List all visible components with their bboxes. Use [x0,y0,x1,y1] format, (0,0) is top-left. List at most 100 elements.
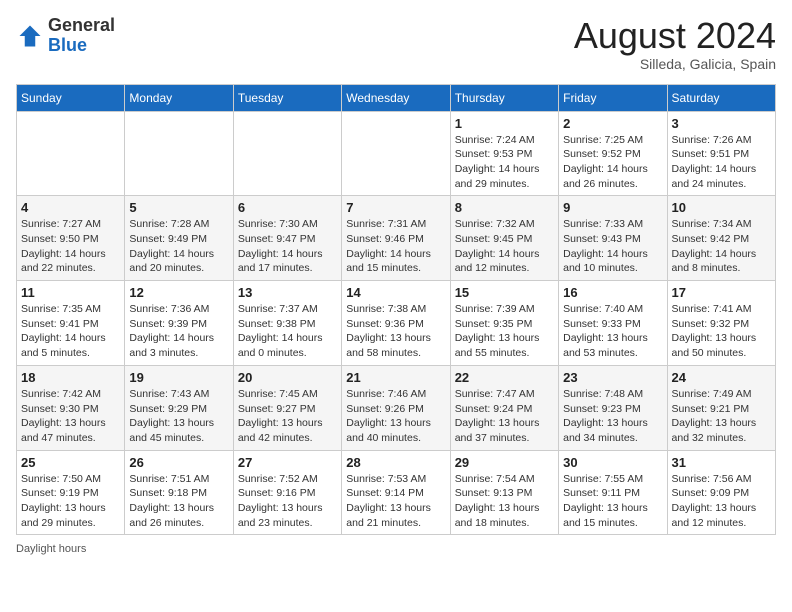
calendar-table: SundayMondayTuesdayWednesdayThursdayFrid… [16,84,776,536]
day-number: 8 [455,200,554,215]
day-number: 1 [455,116,554,131]
calendar-cell: 1 Sunrise: 7:24 AMSunset: 9:53 PMDaylight… [450,111,558,196]
calendar-cell: 24 Sunrise: 7:49 AMSunset: 9:21 PMDayligh… [667,365,775,450]
calendar-cell: 18Sunrise: 7:42 AMSunset: 9:30 PMDayligh… [17,365,125,450]
calendar-cell: 28 Sunrise: 7:53 AMSunset: 9:14 PMDayligh… [342,450,450,535]
day-number: 11 [21,285,120,300]
day-info: Sunrise: 7:24 AMSunset: 9:53 PMDaylight:… [455,133,554,192]
calendar-body: 1 Sunrise: 7:24 AMSunset: 9:53 PMDaylight… [17,111,776,535]
calendar-cell: 25 Sunrise: 7:50 AMSunset: 9:19 PMDayligh… [17,450,125,535]
calendar-cell: 20Sunrise: 7:45 AMSunset: 9:27 PMDayligh… [233,365,341,450]
weekday-header-wednesday: Wednesday [342,84,450,111]
day-info: Sunrise: 7:30 AMSunset: 9:47 PMDaylight:… [238,217,337,276]
day-info: Sunrise: 7:35 AMSunset: 9:41 PMDaylight:… [21,302,120,361]
day-number: 30 [563,455,662,470]
logo-icon [16,22,44,50]
calendar-cell: 19 Sunrise: 7:43 AMSunset: 9:29 PMDayligh… [125,365,233,450]
day-info: Sunrise: 7:26 AMSunset: 9:51 PMDaylight:… [672,133,771,192]
day-info: Sunrise: 7:40 AMSunset: 9:33 PMDaylight:… [563,302,662,361]
day-info: Sunrise: 7:28 AMSunset: 9:49 PMDaylight:… [129,217,228,276]
day-number: 20 [238,370,337,385]
calendar-cell: 26Sunrise: 7:51 AMSunset: 9:18 PMDayligh… [125,450,233,535]
calendar-week-row: 18Sunrise: 7:42 AMSunset: 9:30 PMDayligh… [17,365,776,450]
day-number: 22 [455,370,554,385]
logo-blue-text: Blue [48,35,87,55]
day-info: Sunrise: 7:32 AMSunset: 9:45 PMDaylight:… [455,217,554,276]
calendar-cell [125,111,233,196]
day-number: 14 [346,285,445,300]
day-number: 18 [21,370,120,385]
day-info: Sunrise: 7:53 AMSunset: 9:14 PMDaylight:… [346,472,445,531]
day-info: Sunrise: 7:34 AMSunset: 9:42 PMDaylight:… [672,217,771,276]
day-number: 25 [21,455,120,470]
day-number: 27 [238,455,337,470]
calendar-cell: 29 Sunrise: 7:54 AMSunset: 9:13 PMDayligh… [450,450,558,535]
day-info: Sunrise: 7:38 AMSunset: 9:36 PMDaylight:… [346,302,445,361]
logo: General Blue [16,16,115,56]
weekday-header-tuesday: Tuesday [233,84,341,111]
day-number: 5 [129,200,228,215]
month-year-title: August 2024 [574,16,776,56]
calendar-cell [17,111,125,196]
calendar-cell: 10Sunrise: 7:34 AMSunset: 9:42 PMDayligh… [667,196,775,281]
calendar-cell: 17 Sunrise: 7:41 AMSunset: 9:32 PMDayligh… [667,281,775,366]
day-number: 28 [346,455,445,470]
day-info: Sunrise: 7:48 AMSunset: 9:23 PMDaylight:… [563,387,662,446]
calendar-cell: 21 Sunrise: 7:46 AMSunset: 9:26 PMDayligh… [342,365,450,450]
calendar-cell: 3 Sunrise: 7:26 AMSunset: 9:51 PMDaylight… [667,111,775,196]
day-info: Sunrise: 7:55 AMSunset: 9:11 PMDaylight:… [563,472,662,531]
day-number: 9 [563,200,662,215]
day-info: Sunrise: 7:39 AMSunset: 9:35 PMDaylight:… [455,302,554,361]
weekday-header-thursday: Thursday [450,84,558,111]
calendar-week-row: 1 Sunrise: 7:24 AMSunset: 9:53 PMDaylight… [17,111,776,196]
footer-label: Daylight hours [16,543,86,555]
day-number: 7 [346,200,445,215]
calendar-cell: 31Sunrise: 7:56 AMSunset: 9:09 PMDayligh… [667,450,775,535]
day-info: Sunrise: 7:37 AMSunset: 9:38 PMDaylight:… [238,302,337,361]
calendar-week-row: 4Sunrise: 7:27 AMSunset: 9:50 PMDaylight… [17,196,776,281]
day-info: Sunrise: 7:36 AMSunset: 9:39 PMDaylight:… [129,302,228,361]
day-info: Sunrise: 7:56 AMSunset: 9:09 PMDaylight:… [672,472,771,531]
day-number: 21 [346,370,445,385]
title-block: August 2024 Silleda, Galicia, Spain [574,16,776,72]
day-info: Sunrise: 7:41 AMSunset: 9:32 PMDaylight:… [672,302,771,361]
day-number: 3 [672,116,771,131]
calendar-cell [233,111,341,196]
calendar-cell: 30 Sunrise: 7:55 AMSunset: 9:11 PMDayligh… [559,450,667,535]
calendar-cell: 14 Sunrise: 7:38 AMSunset: 9:36 PMDayligh… [342,281,450,366]
calendar-cell: 27Sunrise: 7:52 AMSunset: 9:16 PMDayligh… [233,450,341,535]
logo-general-text: General [48,15,115,35]
weekday-header-friday: Friday [559,84,667,111]
day-number: 17 [672,285,771,300]
calendar-week-row: 25 Sunrise: 7:50 AMSunset: 9:19 PMDayligh… [17,450,776,535]
day-info: Sunrise: 7:33 AMSunset: 9:43 PMDaylight:… [563,217,662,276]
logo-text: General Blue [48,16,115,56]
calendar-cell: 15 Sunrise: 7:39 AMSunset: 9:35 PMDayligh… [450,281,558,366]
calendar-week-row: 11 Sunrise: 7:35 AMSunset: 9:41 PMDayligh… [17,281,776,366]
calendar-cell: 5 Sunrise: 7:28 AMSunset: 9:49 PMDaylight… [125,196,233,281]
day-number: 15 [455,285,554,300]
weekday-header-row: SundayMondayTuesdayWednesdayThursdayFrid… [17,84,776,111]
day-info: Sunrise: 7:31 AMSunset: 9:46 PMDaylight:… [346,217,445,276]
day-info: Sunrise: 7:43 AMSunset: 9:29 PMDaylight:… [129,387,228,446]
day-info: Sunrise: 7:49 AMSunset: 9:21 PMDaylight:… [672,387,771,446]
calendar-cell: 22Sunrise: 7:47 AMSunset: 9:24 PMDayligh… [450,365,558,450]
day-info: Sunrise: 7:54 AMSunset: 9:13 PMDaylight:… [455,472,554,531]
footer: Daylight hours [16,543,776,555]
calendar-cell: 11 Sunrise: 7:35 AMSunset: 9:41 PMDayligh… [17,281,125,366]
calendar-cell: 4Sunrise: 7:27 AMSunset: 9:50 PMDaylight… [17,196,125,281]
day-number: 6 [238,200,337,215]
day-number: 13 [238,285,337,300]
calendar-cell: 9 Sunrise: 7:33 AMSunset: 9:43 PMDaylight… [559,196,667,281]
day-number: 29 [455,455,554,470]
day-info: Sunrise: 7:46 AMSunset: 9:26 PMDaylight:… [346,387,445,446]
calendar-cell: 12 Sunrise: 7:36 AMSunset: 9:39 PMDayligh… [125,281,233,366]
day-number: 19 [129,370,228,385]
day-info: Sunrise: 7:51 AMSunset: 9:18 PMDaylight:… [129,472,228,531]
day-info: Sunrise: 7:50 AMSunset: 9:19 PMDaylight:… [21,472,120,531]
weekday-header-monday: Monday [125,84,233,111]
weekday-header-sunday: Sunday [17,84,125,111]
day-number: 12 [129,285,228,300]
day-number: 23 [563,370,662,385]
day-number: 24 [672,370,771,385]
